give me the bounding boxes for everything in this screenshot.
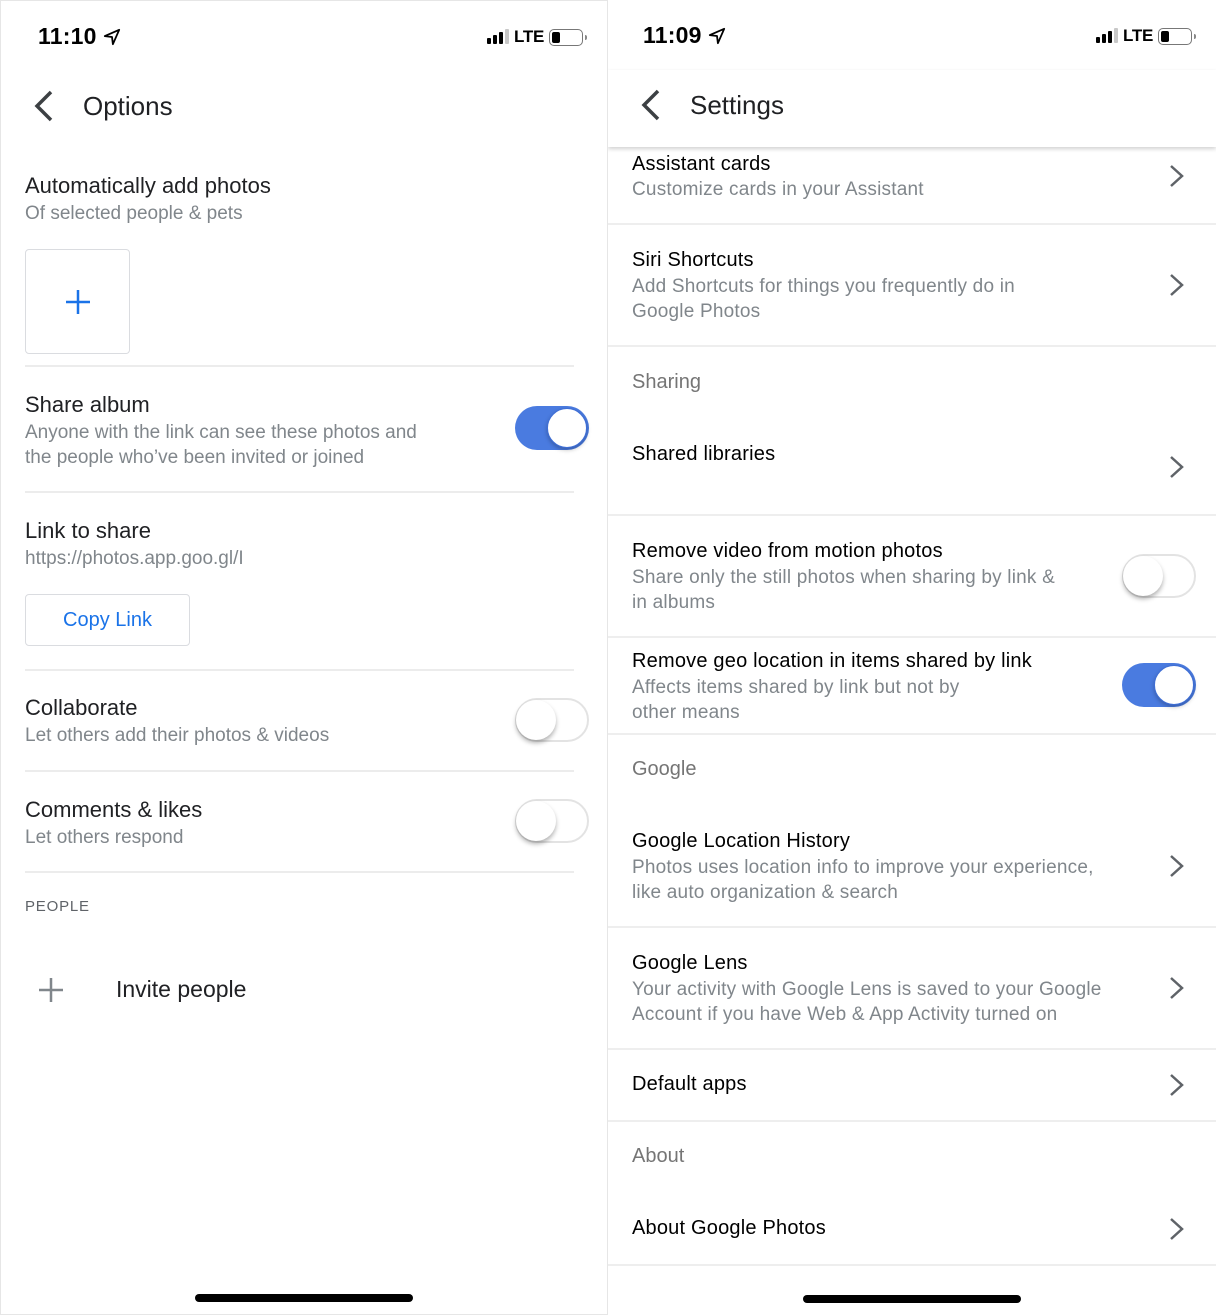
collaborate-title: Collaborate bbox=[25, 695, 138, 720]
comments-likes-subtitle: Let others respond bbox=[25, 827, 184, 848]
chevron-right-icon bbox=[1170, 977, 1184, 999]
collaborate-toggle[interactable] bbox=[515, 698, 589, 742]
divider bbox=[25, 491, 574, 493]
chevron-right-icon bbox=[1170, 456, 1184, 478]
divider bbox=[25, 871, 574, 873]
back-arrow-icon[interactable] bbox=[638, 88, 664, 122]
about-google-photos-row[interactable]: About Google Photos bbox=[608, 1194, 1216, 1264]
signal-icon bbox=[1096, 28, 1119, 43]
back-arrow-icon[interactable] bbox=[31, 89, 57, 123]
divider bbox=[608, 1120, 1216, 1122]
shared-libraries-row[interactable]: Shared libraries bbox=[608, 420, 1216, 514]
default-apps-row[interactable]: Default apps bbox=[608, 1050, 1216, 1120]
link-to-share-title: Link to share bbox=[25, 518, 151, 543]
location-arrow-icon bbox=[708, 27, 725, 44]
share-album-toggle[interactable] bbox=[515, 406, 589, 450]
comments-likes-toggle[interactable] bbox=[515, 799, 589, 843]
home-indicator[interactable] bbox=[803, 1295, 1021, 1303]
assistant-cards-row[interactable]: Assistant cards Customize cards in your … bbox=[608, 147, 1216, 223]
divider bbox=[608, 345, 1216, 347]
collaborate-subtitle: Let others add their photos & videos bbox=[25, 725, 330, 746]
divider bbox=[25, 365, 574, 367]
sharing-section-header: Sharing bbox=[632, 371, 701, 393]
share-album-subtitle: Anyone with the link can see these photo… bbox=[25, 422, 417, 468]
app-bar: Settings bbox=[608, 70, 1216, 147]
options-screen: 11:10 LTE Options Automatically add phot… bbox=[0, 0, 608, 1315]
battery-icon bbox=[549, 28, 587, 46]
add-people-button[interactable] bbox=[25, 249, 130, 354]
page-title: Settings bbox=[690, 90, 784, 120]
remove-video-row: Remove video from motion photos Share on… bbox=[608, 516, 1216, 636]
share-link-url[interactable]: https://photos.app.goo.gl/I bbox=[25, 546, 244, 571]
plus-icon bbox=[65, 289, 90, 314]
divider bbox=[608, 1264, 1216, 1266]
google-section-header: Google bbox=[632, 758, 697, 780]
chevron-right-icon bbox=[1170, 1218, 1184, 1240]
divider bbox=[608, 733, 1216, 735]
share-album-title: Share album bbox=[25, 392, 150, 417]
chevron-right-icon bbox=[1170, 274, 1184, 296]
network-label: LTE bbox=[1123, 26, 1153, 45]
location-arrow-icon bbox=[103, 28, 120, 45]
people-section-header: PEOPLE bbox=[25, 898, 90, 915]
about-section-header: About bbox=[632, 1145, 685, 1167]
settings-screen: 11:09 LTE Settings Assistant cards Custo… bbox=[608, 0, 1216, 1315]
remove-geo-row: Remove geo location in items shared by l… bbox=[608, 638, 1216, 733]
status-bar: 11:10 LTE bbox=[1, 1, 607, 71]
siri-shortcuts-row[interactable]: Siri Shortcuts Add Shortcuts for things … bbox=[608, 225, 1216, 345]
chevron-right-icon bbox=[1170, 855, 1184, 877]
chevron-right-icon bbox=[1170, 1074, 1184, 1096]
google-lens-row[interactable]: Google Lens Your activity with Google Le… bbox=[608, 928, 1216, 1048]
remove-geo-toggle[interactable] bbox=[1122, 663, 1196, 707]
network-label: LTE bbox=[514, 27, 544, 46]
remove-video-toggle[interactable] bbox=[1122, 554, 1196, 598]
status-time: 11:09 bbox=[643, 22, 726, 49]
plus-icon bbox=[39, 978, 63, 1002]
chevron-right-icon bbox=[1170, 165, 1184, 187]
signal-icon bbox=[487, 29, 510, 44]
auto-add-subtitle: Of selected people & pets bbox=[25, 203, 243, 224]
status-bar: 11:09 LTE bbox=[608, 0, 1216, 70]
page-title: Options bbox=[83, 91, 173, 121]
battery-icon bbox=[1158, 27, 1196, 45]
divider bbox=[25, 770, 574, 772]
divider bbox=[25, 669, 574, 671]
auto-add-title: Automatically add photos bbox=[25, 173, 271, 198]
comments-likes-title: Comments & likes bbox=[25, 797, 203, 822]
copy-link-button[interactable]: Copy Link bbox=[25, 594, 190, 646]
invite-people-button[interactable]: Invite people bbox=[25, 961, 574, 1021]
home-indicator[interactable] bbox=[195, 1294, 413, 1302]
location-history-row[interactable]: Google Location History Photos uses loca… bbox=[608, 806, 1216, 926]
status-time: 11:10 bbox=[38, 23, 121, 50]
app-bar: Options bbox=[1, 71, 607, 147]
